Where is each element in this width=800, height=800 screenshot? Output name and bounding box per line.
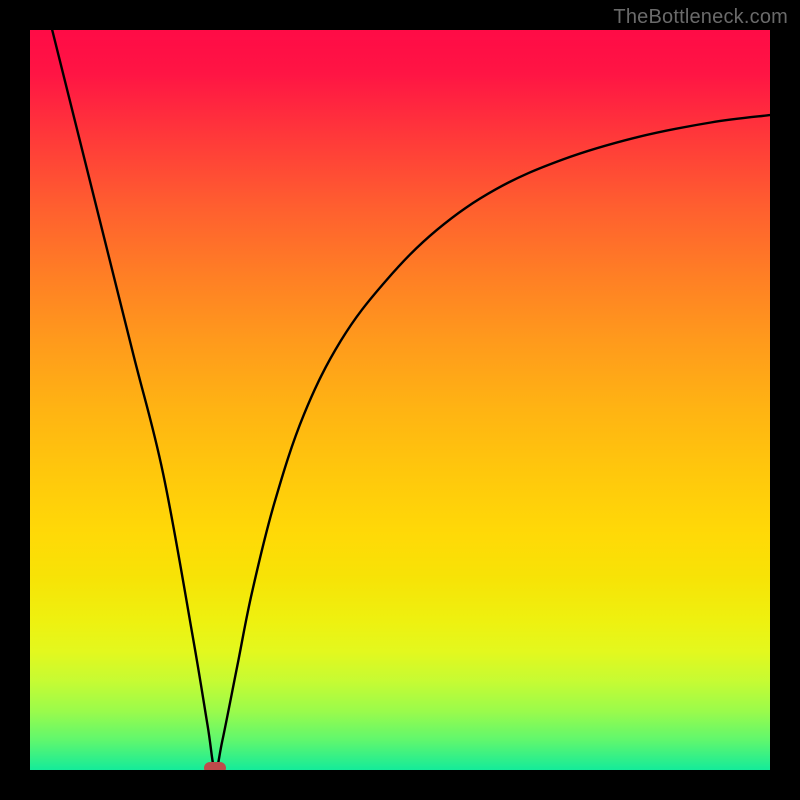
chart-frame: TheBottleneck.com bbox=[0, 0, 800, 800]
curve-path bbox=[52, 30, 770, 770]
watermark-text: TheBottleneck.com bbox=[613, 6, 788, 29]
bottleneck-curve bbox=[30, 30, 770, 770]
plot-area bbox=[30, 30, 770, 770]
minimum-marker bbox=[204, 762, 226, 770]
